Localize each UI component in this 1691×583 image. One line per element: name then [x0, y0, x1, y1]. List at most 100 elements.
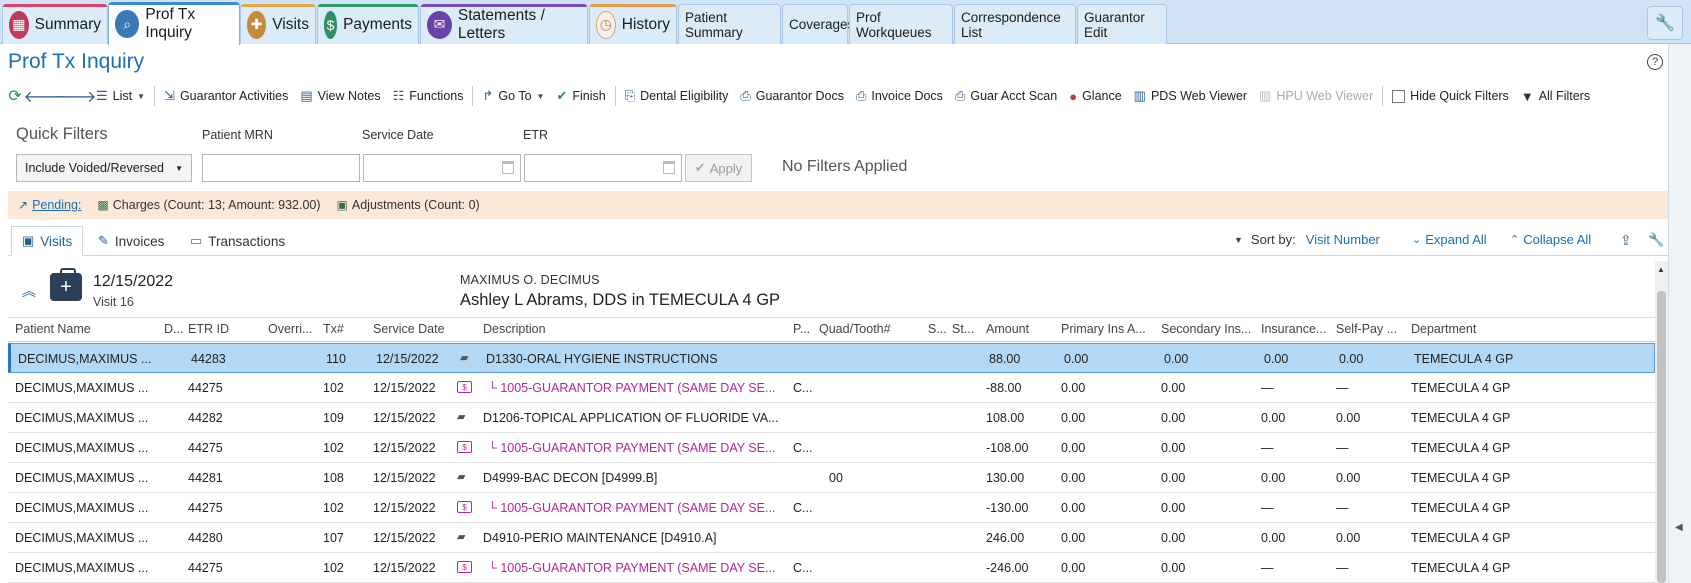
vertical-scrollbar[interactable]: ▲	[1655, 261, 1668, 583]
functions-label: Functions	[409, 89, 464, 103]
cell-department: TEMECULA 4 GP	[1411, 471, 1511, 485]
cell-department: TEMECULA 4 GP	[1411, 501, 1511, 515]
guarantor-docs-button[interactable]: ⎙ Guarantor Docs	[734, 84, 850, 108]
tab-coverages[interactable]: Coverages	[782, 4, 854, 44]
glance-button[interactable]: ● Glance	[1063, 84, 1127, 108]
scroll-up-arrow-icon[interactable]: ▲	[1657, 265, 1665, 274]
table-row[interactable]: ▰ DECIMUS,MAXIMUS ... 44281 108 12/15/2022 D4…	[8, 463, 1655, 493]
functions-icon: ☷	[392, 88, 405, 103]
adjustments-icon: ▣	[336, 198, 348, 212]
hpu-web-viewer-button[interactable]: ▥ HPU Web Viewer	[1253, 84, 1379, 108]
col-service-date[interactable]: Service Date	[373, 322, 473, 336]
table-row[interactable]: ▰ DECIMUS,MAXIMUS ... 44280 107 12/15/2022 D4…	[8, 523, 1655, 553]
pds-web-viewer-button[interactable]: ▥ PDS Web Viewer	[1128, 84, 1253, 108]
tab-summary[interactable]: ▦ Summary	[2, 4, 108, 44]
subtab-visits[interactable]: ▣ Visits	[11, 226, 84, 257]
sort-value[interactable]: Visit Number	[1306, 232, 1380, 247]
collapse-chevron-icon[interactable]: ︽	[22, 281, 36, 301]
medkit-icon: ▣	[22, 233, 35, 248]
table-row[interactable]: $ DECIMUS,MAXIMUS ... 44275 102 12/15/2022 └ …	[8, 373, 1655, 403]
pending-link[interactable]: ↗ Pending:	[18, 198, 81, 212]
subtab-transactions[interactable]: ▭ Transactions	[180, 226, 295, 256]
col-etr-id[interactable]: ETR ID	[188, 322, 258, 336]
table-row[interactable]: ▰ DECIMUS,MAXIMUS ... 44282 109 12/15/2022 D1…	[8, 403, 1655, 433]
sidebar-expand-arrow-icon[interactable]: ◀	[1675, 522, 1683, 533]
table-row[interactable]: $ DECIMUS,MAXIMUS ... 44275 102 12/15/2022 └ …	[8, 553, 1655, 583]
expand-all-button[interactable]: ⌄ Expand All	[1412, 232, 1487, 247]
tab-correspondence-list[interactable]: Correspondence List	[954, 4, 1076, 44]
scroll-thumb[interactable]	[1657, 291, 1666, 583]
cell-service-date: 12/15/2022	[373, 441, 436, 455]
col-description[interactable]: Description	[483, 322, 683, 336]
tab-prof-workqueues[interactable]: Prof Workqueues	[849, 4, 953, 44]
col-secondary-ins[interactable]: Secondary Ins...	[1161, 322, 1256, 336]
col-override[interactable]: Overri...	[268, 322, 318, 336]
view-notes-button[interactable]: ▤ View Notes	[294, 84, 386, 108]
checkbox-box[interactable]	[1392, 89, 1406, 103]
cell-department: TEMECULA 4 GP	[1411, 411, 1511, 425]
list-label: List	[112, 89, 133, 103]
tab-color-bar	[318, 4, 418, 7]
cell-etr-id: 44275	[188, 381, 223, 395]
dental-eligibility-button[interactable]: ⎘ Dental Eligibility	[619, 84, 735, 108]
hide-quick-filters-checkbox[interactable]: Hide Quick Filters	[1386, 84, 1515, 108]
tab-guarantor-edit[interactable]: Guarantor Edit	[1077, 4, 1167, 44]
col-st[interactable]: St...	[952, 322, 980, 336]
visit-number: Visit 16	[93, 295, 134, 309]
sort-control[interactable]: ▼ Sort by: Visit Number	[1234, 232, 1380, 247]
guarantor-activities-button[interactable]: ⇲ Guarantor Activities	[158, 84, 294, 108]
table-row[interactable]: ▰ DECIMUS,MAXIMUS ... 44283 110 12/15/2022 D1…	[8, 343, 1655, 373]
service-date-input[interactable]	[363, 154, 521, 182]
cell-primary-ins: 0.00	[1061, 441, 1086, 455]
col-department[interactable]: Department	[1411, 322, 1531, 336]
pending-charges[interactable]: ▩ Charges (Count: 13; Amount: 932.00)	[97, 198, 320, 212]
col-quad-tooth[interactable]: Quad/Tooth#	[819, 322, 919, 336]
cell-patient-name: DECIMUS,MAXIMUS ...	[15, 501, 149, 515]
patient-mrn-input[interactable]	[202, 154, 360, 182]
col-patient-name[interactable]: Patient Name	[15, 322, 155, 336]
wrench-icon[interactable]: 🔧	[1647, 6, 1683, 40]
col-d[interactable]: D...	[164, 322, 186, 336]
list-button[interactable]: ☰ List ▼	[90, 84, 151, 108]
col-amount[interactable]: Amount	[986, 322, 1046, 336]
subtab-invoices[interactable]: ✎ Invoices	[88, 226, 174, 256]
collapse-all-button[interactable]: ⌃ Collapse All	[1510, 232, 1591, 247]
apply-button[interactable]: ✔ Apply	[685, 154, 752, 182]
cell-service-date: 12/15/2022	[373, 381, 436, 395]
tab-visits[interactable]: ✚ Visits	[240, 4, 316, 44]
tab-prof-tx-inquiry[interactable]: ⌕ Prof Tx Inquiry	[108, 2, 240, 45]
help-icon[interactable]: ?	[1647, 54, 1663, 70]
tab-history[interactable]: ◷ History	[589, 4, 677, 44]
tab-statements-letters[interactable]: ✉ Statements / Letters	[420, 4, 588, 44]
table-row[interactable]: $ DECIMUS,MAXIMUS ... 44275 102 12/15/2022 └ …	[8, 433, 1655, 463]
all-filters-button[interactable]: ▼ All Filters	[1515, 84, 1596, 108]
calendar-icon[interactable]	[663, 161, 675, 174]
col-p[interactable]: P...	[793, 322, 815, 336]
tab-payments[interactable]: $ Payments	[317, 4, 419, 44]
etr-input[interactable]	[524, 154, 682, 182]
toolbar-divider	[614, 86, 616, 106]
cell-description: D1330-ORAL HYGIENE INSTRUCTIONS	[486, 352, 718, 366]
functions-button[interactable]: ☷ Functions	[387, 84, 470, 108]
col-insurance[interactable]: Insurance...	[1261, 322, 1331, 336]
export-icon[interactable]: ⇪	[1620, 232, 1632, 249]
calendar-icon[interactable]	[502, 161, 514, 174]
toolbar: ⟳ 🡐 🡒 ☰ List ▼ ⇲ Guarantor Activities ▤ …	[0, 82, 1691, 110]
tab-patient-summary[interactable]: Patient Summary	[678, 4, 781, 44]
col-self-pay[interactable]: Self-Pay ...	[1336, 322, 1406, 336]
col-tx[interactable]: Tx#	[323, 322, 363, 336]
guar-acct-scan-button[interactable]: ⎙ Guar Acct Scan	[949, 84, 1063, 108]
voided-reversed-select[interactable]: Include Voided/Reversed ▼	[16, 154, 192, 182]
person-icon: ●	[1069, 88, 1078, 104]
forward-arrow-icon[interactable]: 🡒	[54, 84, 97, 108]
pending-adjustments[interactable]: ▣ Adjustments (Count: 0)	[337, 198, 480, 212]
finish-button[interactable]: ✔ Finish	[550, 84, 611, 108]
col-s[interactable]: S...	[928, 322, 950, 336]
col-primary-ins[interactable]: Primary Ins A...	[1061, 322, 1156, 336]
wrench-icon[interactable]: 🔧	[1648, 232, 1664, 248]
table-row[interactable]: $ DECIMUS,MAXIMUS ... 44275 102 12/15/2022 └ …	[8, 493, 1655, 523]
go-to-button[interactable]: ↱ Go To ▼	[476, 84, 550, 108]
tab-label: Coverages	[789, 17, 855, 32]
invoice-docs-button[interactable]: ⎙ Invoice Docs	[850, 84, 949, 108]
expand-all-label: Expand All	[1425, 232, 1487, 247]
